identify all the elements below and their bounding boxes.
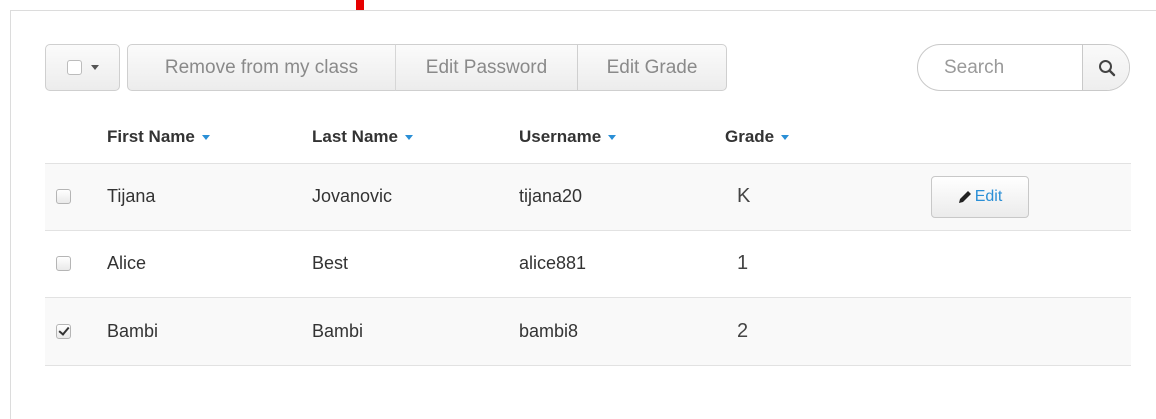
grade-value: 1 [737,252,749,274]
header-first-name[interactable]: First Name [107,111,312,164]
table-row: Alice Best alice881 1 [45,230,1131,298]
table-row: Bambi Bambi bambi8 2 [45,297,1131,366]
grade-value: K [737,185,751,207]
sort-caret-icon[interactable] [404,134,413,140]
edit-password-button[interactable]: Edit Password [395,44,578,91]
table-header-row: First Name Last Name Username Grade [45,111,1131,164]
edit-button-label: Edit [974,187,1003,205]
chevron-down-icon [90,65,99,70]
remove-from-class-button[interactable]: Remove from my class [127,44,396,91]
table-row: Tijana Jovanovic tijana20 K Edit [45,163,1131,231]
sort-caret-icon[interactable] [608,134,617,140]
cell-grade: 2 [725,297,931,366]
edit-button[interactable]: Edit [931,175,1029,218]
row-checkbox-cell [45,163,107,231]
cell-first-name: Bambi [107,297,312,366]
row-checkbox[interactable] [56,189,71,204]
select-all-dropdown[interactable] [45,44,120,91]
cell-last-name: Jovanovic [312,163,519,231]
header-label: Username [519,126,602,146]
cell-last-name: Bambi [312,297,519,366]
search-icon [1099,59,1116,76]
header-label: First Name [107,126,195,146]
search-input[interactable] [918,45,1082,90]
row-checkbox-cell [45,230,107,298]
row-checkbox-cell [45,297,107,366]
header-username[interactable]: Username [519,111,725,164]
select-all-checkbox[interactable] [66,60,82,75]
cell-actions: Edit [931,163,1131,231]
cell-username: alice881 [519,230,725,298]
edit-grade-button[interactable]: Edit Grade [577,44,727,91]
header-grade[interactable]: Grade [725,111,931,164]
grade-value: 2 [737,319,749,342]
header-label: Last Name [312,126,398,146]
sort-caret-icon[interactable] [201,134,210,140]
cell-grade: 1 [725,230,931,298]
header-label: Grade [725,126,775,146]
cell-username: tijana20 [519,163,725,231]
search-box [917,44,1130,91]
cell-last-name: Best [312,230,519,298]
toolbar: Remove from my class Edit Password Edit … [11,11,1156,111]
search-button[interactable] [1082,45,1129,90]
header-last-name[interactable]: Last Name [312,111,519,164]
cell-actions [931,297,1131,366]
sort-caret-icon[interactable] [781,134,790,140]
cell-first-name: Tijana [107,163,312,231]
students-panel: Remove from my class Edit Password Edit … [10,10,1156,419]
pencil-icon [958,190,971,203]
header-actions [931,111,1131,164]
header-checkbox-cell [45,111,107,164]
students-table: First Name Last Name Username Grade Tija… [45,111,1131,366]
cell-grade: K [725,163,931,231]
row-checkbox[interactable] [56,323,71,339]
cell-username: bambi8 [519,297,725,366]
cell-actions [931,230,1131,298]
cell-first-name: Alice [107,230,312,298]
row-checkbox[interactable] [56,256,71,271]
